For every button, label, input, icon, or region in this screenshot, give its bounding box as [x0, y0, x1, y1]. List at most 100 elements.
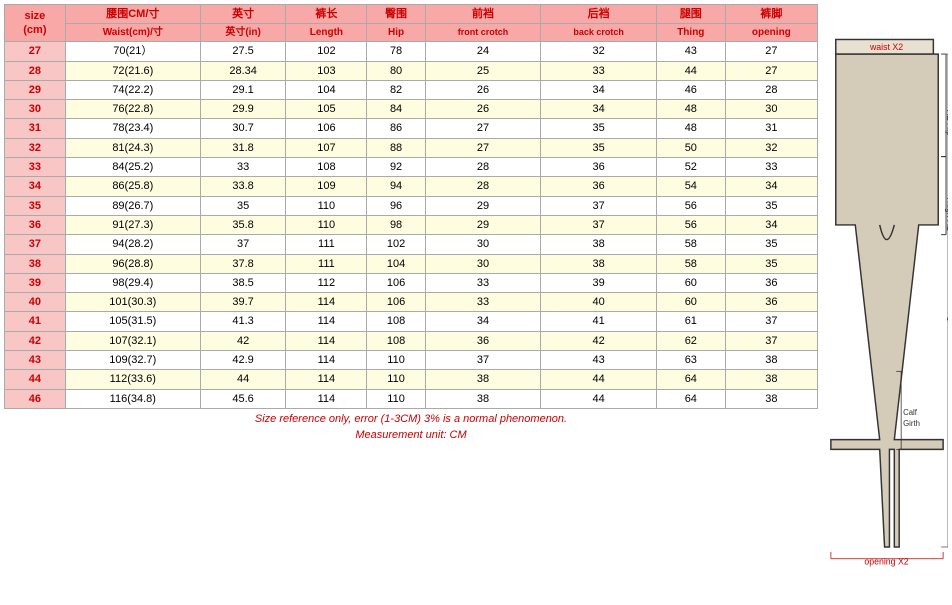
thigh-zh-header: 腿围 [656, 5, 725, 24]
size-value: 43 [5, 351, 66, 370]
thigh-value: 46 [656, 80, 725, 99]
inch-value: 28.34 [200, 61, 286, 80]
table-row: 3281(24.3)31.81078827355032 [5, 138, 818, 157]
front-value: 26 [425, 100, 541, 119]
waist-zh-header: 腰围CM/寸 [65, 5, 200, 24]
opening-value: 32 [725, 138, 817, 157]
table-row: 42107(32.1)4211410836426237 [5, 331, 818, 350]
front-value: 26 [425, 80, 541, 99]
opening-value: 37 [725, 312, 817, 331]
length-value: 114 [286, 370, 367, 389]
front-value: 37 [425, 351, 541, 370]
back-value: 43 [541, 351, 657, 370]
opening-value: 37 [725, 331, 817, 350]
opening-value: 34 [725, 215, 817, 234]
inch-value: 27.5 [200, 42, 286, 61]
hip-value: 110 [367, 351, 425, 370]
opening-value: 36 [725, 293, 817, 312]
table-row: 3486(25.8)33.81099428365434 [5, 177, 818, 196]
hip-value: 110 [367, 389, 425, 408]
table-row: 41105(31.5)41.311410834416137 [5, 312, 818, 331]
thigh-value: 52 [656, 158, 725, 177]
hip-zh-header: 臀围 [367, 5, 425, 24]
size-value: 36 [5, 215, 66, 234]
hip-value: 78 [367, 42, 425, 61]
hip-value: 106 [367, 273, 425, 292]
waist-value: 107(32.1) [65, 331, 200, 350]
opening-en-header: opening [725, 24, 817, 42]
hip-value: 104 [367, 254, 425, 273]
waist-value: 96(28.8) [65, 254, 200, 273]
size-value: 34 [5, 177, 66, 196]
opening-value: 35 [725, 235, 817, 254]
waist-value: 116(34.8) [65, 389, 200, 408]
front-value: 36 [425, 331, 541, 350]
svg-text:waist X2: waist X2 [869, 42, 903, 52]
thigh-value: 54 [656, 177, 725, 196]
length-value: 103 [286, 61, 367, 80]
length-value: 114 [286, 293, 367, 312]
back-value: 36 [541, 177, 657, 196]
thigh-value: 48 [656, 119, 725, 138]
inch-value: 45.6 [200, 389, 286, 408]
length-value: 114 [286, 351, 367, 370]
thing-en-header: Thing [656, 24, 725, 42]
hip-value: 82 [367, 80, 425, 99]
thigh-value: 61 [656, 312, 725, 331]
thigh-value: 60 [656, 293, 725, 312]
size-value: 42 [5, 331, 66, 350]
size-value: 30 [5, 100, 66, 119]
waist-value: 89(26.7) [65, 196, 200, 215]
hip-value: 92 [367, 158, 425, 177]
thigh-value: 56 [656, 196, 725, 215]
main-container: size(cm) 腰围CM/寸 英寸 裤长 臀围 前裆 后裆 腿围 裤脚 Wai… [0, 0, 952, 605]
table-row: 46116(34.8)45.611411038446438 [5, 389, 818, 408]
waist-value: 81(24.3) [65, 138, 200, 157]
waist-value: 76(22.8) [65, 100, 200, 119]
table-row: 3998(29.4)38.511210633396036 [5, 273, 818, 292]
inch-value: 42 [200, 331, 286, 350]
size-value: 28 [5, 61, 66, 80]
length-en-header: Length [286, 24, 367, 42]
hip-value: 94 [367, 177, 425, 196]
back-value: 44 [541, 370, 657, 389]
back-value: 34 [541, 100, 657, 119]
table-row: 3794(28.2)3711110230385835 [5, 235, 818, 254]
waist-value: 74(22.2) [65, 80, 200, 99]
waist-value: 105(31.5) [65, 312, 200, 331]
waist-value: 70(21） [65, 42, 200, 61]
front-value: 27 [425, 138, 541, 157]
back-value: 42 [541, 331, 657, 350]
back-value: 35 [541, 119, 657, 138]
thigh-value: 56 [656, 215, 725, 234]
hip-value: 108 [367, 331, 425, 350]
front-value: 24 [425, 42, 541, 61]
size-table-section: size(cm) 腰围CM/寸 英寸 裤长 臀围 前裆 后裆 腿围 裤脚 Wai… [0, 0, 822, 605]
size-chart-table: size(cm) 腰围CM/寸 英寸 裤长 臀围 前裆 后裆 腿围 裤脚 Wai… [4, 4, 818, 409]
svg-text:Calf: Calf [903, 408, 918, 417]
front-value: 29 [425, 215, 541, 234]
opening-value: 34 [725, 177, 817, 196]
length-zh-header: 裤长 [286, 5, 367, 24]
thigh-value: 58 [656, 254, 725, 273]
inch-value: 29.1 [200, 80, 286, 99]
back-en-header: back crotch [541, 24, 657, 42]
opening-value: 33 [725, 158, 817, 177]
inch-value: 29.9 [200, 100, 286, 119]
thigh-value: 48 [656, 100, 725, 119]
inch-value: 33.8 [200, 177, 286, 196]
front-value: 25 [425, 61, 541, 80]
table-row: 40101(30.3)39.711410633406036 [5, 293, 818, 312]
inch-value: 37.8 [200, 254, 286, 273]
opening-value: 27 [725, 42, 817, 61]
length-value: 105 [286, 100, 367, 119]
size-value: 35 [5, 196, 66, 215]
inch-value: 35 [200, 196, 286, 215]
back-value: 32 [541, 42, 657, 61]
hip-value: 106 [367, 293, 425, 312]
length-value: 108 [286, 158, 367, 177]
table-row: 2974(22.2)29.11048226344628 [5, 80, 818, 99]
svg-text:Girth: Girth [903, 418, 920, 427]
back-value: 35 [541, 138, 657, 157]
inch-value: 39.7 [200, 293, 286, 312]
